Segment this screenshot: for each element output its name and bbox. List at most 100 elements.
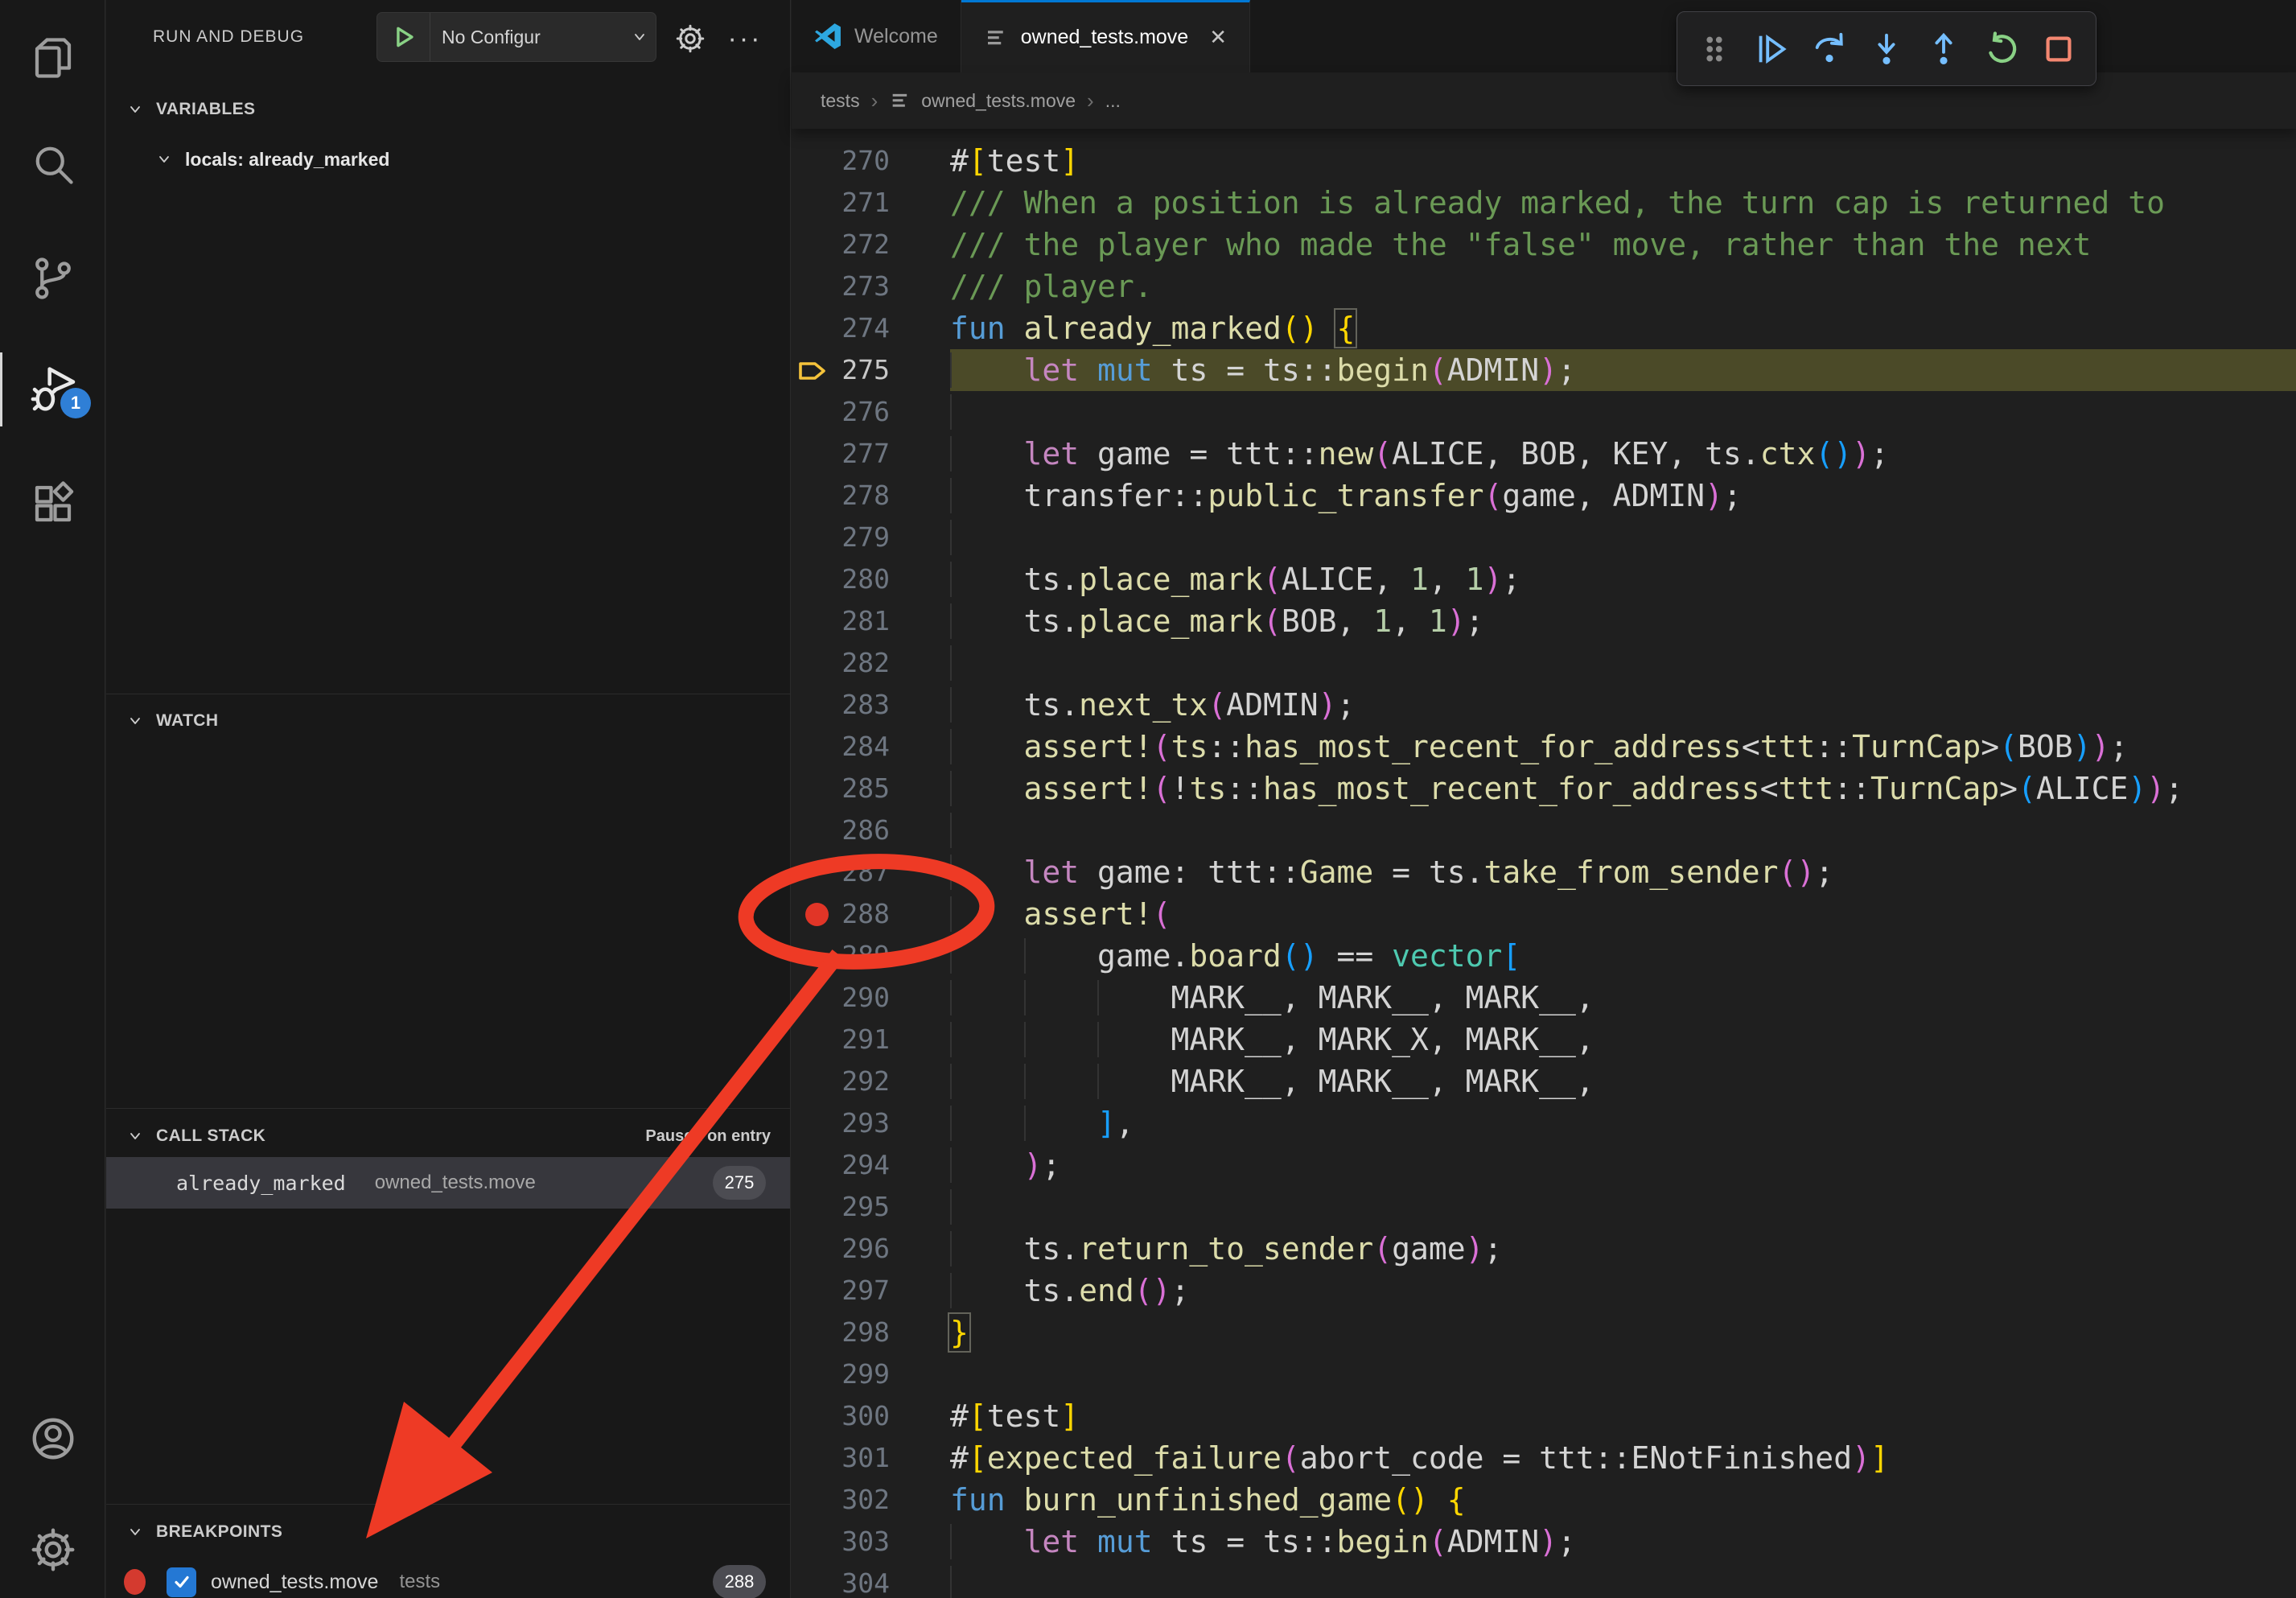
code-text[interactable]: #[test] (950, 1395, 2296, 1437)
code-text[interactable]: ], (950, 1102, 2296, 1144)
call-stack-frame-row[interactable]: already_marked owned_tests.move 275 (106, 1157, 790, 1209)
code-text[interactable]: ts.return_to_sender(game); (950, 1228, 2296, 1270)
call-stack-section-header[interactable]: CALL STACK Paused on entry (106, 1117, 790, 1155)
code-text[interactable] (950, 517, 2296, 558)
code-text[interactable]: game.board() == vector[ (950, 935, 2296, 977)
line-number[interactable]: 292 (792, 1061, 950, 1102)
start-debug-config-button[interactable]: No Configur (376, 12, 656, 62)
code-text[interactable]: ts.place_mark(BOB, 1, 1); (950, 600, 2296, 642)
breadcrumb-symbol[interactable]: ... (1105, 90, 1121, 112)
search-icon[interactable] (0, 127, 105, 201)
code-text[interactable]: transfer::public_transfer(game, ADMIN); (950, 475, 2296, 517)
code-text[interactable] (950, 1186, 2296, 1228)
locals-scope-row[interactable]: locals: already_marked (106, 138, 790, 180)
code-text[interactable] (950, 1353, 2296, 1395)
code-text[interactable]: assert!( (950, 893, 2296, 935)
breakpoint-item-row[interactable]: owned_tests.move tests 288 (106, 1561, 790, 1598)
line-number[interactable]: 288 (792, 893, 950, 935)
line-number[interactable]: 294 (792, 1144, 950, 1186)
start-debugging-icon[interactable] (377, 13, 430, 61)
code-text[interactable]: let game = ttt::new(ALICE, BOB, KEY, ts.… (950, 433, 2296, 475)
line-number[interactable]: 301 (792, 1437, 950, 1479)
code-text[interactable]: assert!(ts::has_most_recent_for_address<… (950, 726, 2296, 768)
stop-button[interactable] (2034, 24, 2084, 74)
line-number[interactable]: 282 (792, 642, 950, 684)
line-number[interactable]: 284 (792, 726, 950, 768)
line-number[interactable]: 273 (792, 266, 950, 307)
step-out-button[interactable] (1919, 24, 1969, 74)
code-text[interactable] (950, 1563, 2296, 1598)
code-text[interactable]: ts.next_tx(ADMIN); (950, 684, 2296, 726)
breadcrumb-folder[interactable]: tests (821, 90, 860, 112)
line-number[interactable]: 296 (792, 1228, 950, 1270)
line-number[interactable]: 291 (792, 1019, 950, 1061)
breadcrumb-file[interactable]: owned_tests.move (921, 90, 1076, 112)
line-number[interactable]: 283 (792, 684, 950, 726)
line-number[interactable]: 303 (792, 1521, 950, 1563)
source-control-icon[interactable] (0, 241, 105, 315)
chevron-down-icon[interactable] (632, 29, 648, 45)
step-over-button[interactable] (1804, 24, 1854, 74)
code-text[interactable]: MARK__, MARK__, MARK__, (950, 977, 2296, 1019)
line-number[interactable]: 290 (792, 977, 950, 1019)
tab-owned-tests-move[interactable]: owned_tests.move ✕ (961, 0, 1250, 72)
breakpoints-section-header[interactable]: BREAKPOINTS (106, 1513, 790, 1551)
code-text[interactable]: MARK__, MARK__, MARK__, (950, 1061, 2296, 1102)
code-text[interactable]: /// When a position is already marked, t… (950, 182, 2296, 224)
code-text[interactable]: let mut ts = ts::begin(ADMIN); (950, 349, 2296, 391)
restart-button[interactable] (1977, 24, 2026, 74)
code-text[interactable]: MARK__, MARK_X, MARK__, (950, 1019, 2296, 1061)
code-text[interactable]: fun already_marked() { (950, 307, 2296, 349)
line-number[interactable]: 287 (792, 851, 950, 893)
line-number[interactable]: 293 (792, 1102, 950, 1144)
line-number[interactable]: 297 (792, 1270, 950, 1312)
config-dropdown-label[interactable]: No Configur (430, 27, 632, 48)
line-number[interactable]: 278 (792, 475, 950, 517)
variables-section-header[interactable]: VARIABLES (106, 90, 790, 129)
code-text[interactable]: #[expected_failure(abort_code = ttt::ENo… (950, 1437, 2296, 1479)
line-number[interactable]: 295 (792, 1186, 950, 1228)
settings-gear-icon[interactable] (0, 1513, 105, 1587)
breakpoint-enabled-checkbox[interactable] (167, 1567, 196, 1597)
line-number[interactable]: 275 (792, 349, 950, 391)
line-number[interactable]: 300 (792, 1395, 950, 1437)
line-number[interactable]: 276 (792, 391, 950, 433)
tab-welcome[interactable]: Welcome (792, 0, 961, 72)
line-number[interactable]: 281 (792, 600, 950, 642)
line-number[interactable]: 286 (792, 809, 950, 851)
code-text[interactable]: /// player. (950, 266, 2296, 307)
close-tab-icon[interactable]: ✕ (1209, 25, 1227, 50)
line-number[interactable]: 279 (792, 517, 950, 558)
code-text[interactable] (950, 809, 2296, 851)
debug-settings-gear-icon[interactable] (669, 18, 711, 60)
line-number[interactable]: 289 (792, 935, 950, 977)
code-text[interactable] (950, 642, 2296, 684)
code-text[interactable]: } (950, 1312, 2296, 1353)
line-number[interactable]: 298 (792, 1312, 950, 1353)
line-number[interactable]: 274 (792, 307, 950, 349)
toolbar-drag-handle[interactable] (1689, 24, 1739, 74)
run-and-debug-icon[interactable]: 1 (0, 352, 105, 426)
code-text[interactable]: ); (950, 1144, 2296, 1186)
account-icon[interactable] (0, 1402, 105, 1476)
code-text[interactable]: let mut ts = ts::begin(ADMIN); (950, 1521, 2296, 1563)
line-number[interactable]: 270 (792, 140, 950, 182)
code-text[interactable]: fun burn_unfinished_game() { (950, 1479, 2296, 1521)
code-text[interactable] (950, 391, 2296, 433)
code-text[interactable]: ts.place_mark(ALICE, 1, 1); (950, 558, 2296, 600)
line-number[interactable]: 277 (792, 433, 950, 475)
views-more-actions-button[interactable]: ··· (724, 18, 766, 60)
line-number[interactable]: 299 (792, 1353, 950, 1395)
explorer-icon[interactable] (0, 21, 105, 95)
code-text[interactable]: assert!(!ts::has_most_recent_for_address… (950, 768, 2296, 809)
code-text[interactable]: #[test] (950, 140, 2296, 182)
line-number[interactable]: 272 (792, 224, 950, 266)
watch-section-header[interactable]: WATCH (106, 702, 790, 740)
line-number[interactable]: 304 (792, 1563, 950, 1598)
code-text[interactable]: let game: ttt::Game = ts.take_from_sende… (950, 851, 2296, 893)
code-text[interactable]: ts.end(); (950, 1270, 2296, 1312)
line-number[interactable]: 302 (792, 1479, 950, 1521)
line-number[interactable]: 280 (792, 558, 950, 600)
extensions-icon[interactable] (0, 467, 105, 541)
line-number[interactable]: 271 (792, 182, 950, 224)
